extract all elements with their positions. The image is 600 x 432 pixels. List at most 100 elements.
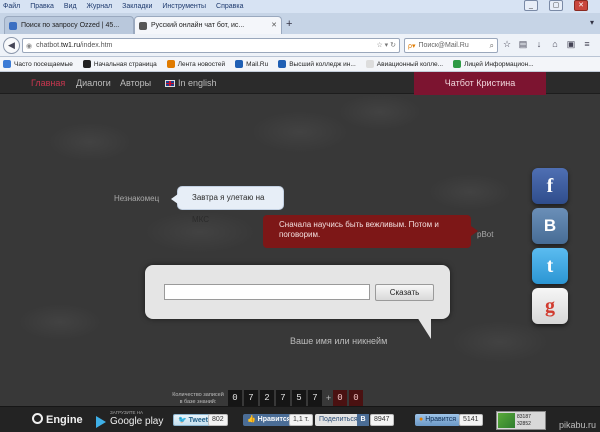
bookmark-lyceum[interactable]: Лицей Информацион... (453, 60, 534, 68)
navigation-bar: ◀ ◉ chatbot. tw1.ru/index.htm ☆ ▾ ↻ ρ▾ По… (0, 34, 600, 57)
menu-icon[interactable]: ≡ (580, 39, 594, 52)
download-icon[interactable]: ↓ (532, 39, 546, 52)
counter-digit: 5 (292, 390, 306, 407)
url-host: chatbot. (36, 42, 62, 49)
bookmark-star-icon[interactable]: ☆ (500, 39, 514, 52)
bookmark-icon (3, 60, 11, 68)
bookmark-mailru[interactable]: Mail.Ru (235, 60, 268, 68)
menu-help[interactable]: Справка (216, 3, 243, 10)
counter-digit: 7 (244, 390, 258, 407)
rss-icon (166, 60, 175, 68)
nickname-input[interactable] (290, 334, 400, 348)
search-bar[interactable]: ρ▾ Поиск@Mail.Ru ⌕ (404, 38, 498, 53)
bookmark-icon (235, 60, 244, 68)
user-name-label: Незнакомец (114, 194, 160, 203)
tab-search[interactable]: Поиск по запросу Ozzed | 45... (4, 16, 134, 34)
menu-edit[interactable]: Правка (30, 3, 54, 10)
facebook-like-button[interactable]: 👍 Нравится (243, 414, 295, 426)
bookmarks-bar: Часто посещаемые Начальная страница Лент… (0, 57, 600, 72)
share-count: 8947 (370, 414, 394, 426)
odnoklassniki-icon: ● (419, 416, 424, 423)
facebook-icon: f (546, 174, 554, 197)
bookmark-home[interactable]: Начальная страница (82, 60, 157, 68)
nav-authors[interactable]: Авторы (120, 78, 151, 88)
facebook-button[interactable]: f (532, 168, 568, 204)
visitor-stats-counter[interactable]: 83187 32852 (496, 411, 546, 430)
menu-history[interactable]: Журнал (87, 3, 113, 10)
nav-english-label: In english (178, 78, 217, 88)
new-tab-button[interactable]: + (286, 18, 292, 30)
vk-icon: B (357, 414, 369, 426)
tab-chatbot[interactable]: Русский онлайн чат бот, ис... ✕ (134, 16, 282, 34)
url-bar[interactable]: ◉ chatbot. tw1.ru/index.htm ☆ ▾ ↻ (22, 38, 400, 53)
gplay-label: Google play (110, 416, 164, 427)
bookmark-icon (82, 60, 91, 68)
like-count: 1,1 т. (289, 414, 314, 426)
gplay-caption: ЗАГРУЗИТЕ НА (110, 410, 144, 415)
menu-tools[interactable]: Инструменты (162, 3, 206, 10)
engine-label: Engine (46, 414, 83, 426)
bookmarks-icon[interactable]: ▤ (516, 39, 530, 52)
bookmark-icon (453, 60, 462, 68)
tweet-button[interactable]: 🐦 Tweet (173, 414, 213, 426)
home-icon[interactable]: ⌂ (548, 39, 562, 52)
play-icon (96, 416, 106, 428)
twitter-button[interactable]: t (532, 248, 568, 284)
bot-name-label: pBot (477, 230, 494, 239)
chatbot-page: Главная Диалоги Авторы In english Чатбот… (0, 72, 600, 432)
chatbot-name-tab[interactable]: Чатбот Кристина (414, 72, 546, 95)
counter-digit: 7 (308, 390, 322, 407)
menu-view[interactable]: Вид (64, 3, 77, 10)
window-controls: _ ▢ ✕ (523, 0, 598, 11)
search-engine-icon[interactable]: ρ▾ (408, 42, 416, 50)
page-icon (9, 21, 17, 30)
close-button[interactable]: ✕ (574, 0, 588, 11)
nav-home[interactable]: Главная (31, 78, 65, 88)
bookmark-frequent[interactable]: Часто посещаемые (3, 60, 73, 68)
site-nav: Главная Диалоги Авторы In english Чатбот… (0, 72, 600, 95)
bookmark-label: Высший колледж ин... (289, 60, 356, 68)
menu-bookmarks[interactable]: Закладки (122, 3, 152, 10)
like-label: Нравится (257, 416, 291, 423)
menu-file[interactable]: Файл (3, 3, 20, 10)
vk-share-button[interactable]: Поделиться (315, 414, 362, 426)
url-path: /index.htm (80, 42, 113, 49)
nav-english[interactable]: In english (165, 78, 217, 88)
stats-chart-icon (498, 413, 515, 428)
bookmark-label: Лента новостей (177, 60, 226, 68)
counter-new-digit: 0 (333, 390, 347, 407)
message-form: Сказать (145, 265, 450, 339)
back-button[interactable]: ◀ (3, 37, 20, 54)
vkontakte-button[interactable]: B (532, 208, 568, 244)
star-icon[interactable]: ☆ ▾ ↻ (376, 41, 396, 49)
bookmark-icon (365, 60, 374, 68)
tweet-label: Tweet (188, 417, 208, 424)
bookmark-aviation[interactable]: Авиационный колле... (365, 60, 444, 68)
tab-label: Русский онлайн чат бот, ис... (151, 22, 245, 29)
search-icon[interactable]: ⌕ (490, 41, 494, 51)
thumbs-up-icon: 👍 (247, 416, 256, 423)
message-input[interactable] (164, 284, 370, 300)
counter-digit: 0 (228, 390, 242, 407)
ok-like-count: 5141 (459, 414, 483, 426)
minimize-button[interactable]: _ (524, 0, 538, 11)
search-placeholder: Поиск@Mail.Ru (418, 42, 469, 49)
odnoklassniki-like-button[interactable]: ● Нравится (415, 414, 461, 426)
bookmark-label: Авиационный колле... (376, 60, 444, 68)
counter-digit: 2 (260, 390, 274, 407)
uk-flag-icon (165, 80, 175, 87)
bookmark-college[interactable]: Высший колледж ин... (278, 60, 356, 68)
send-button[interactable]: Сказать (375, 284, 434, 301)
google-button[interactable]: g (532, 288, 568, 324)
nav-dialogs[interactable]: Диалоги (76, 78, 111, 88)
tab-strip: Поиск по запросу Ozzed | 45... Русский о… (0, 13, 600, 34)
engine-logo[interactable]: Engine (32, 413, 83, 426)
knowledge-base-label: Количество записей в базе знаний: (172, 392, 224, 405)
tab-list-icon[interactable]: ▾ (590, 18, 594, 27)
addon-icon[interactable]: ▣ (564, 39, 578, 52)
maximize-button[interactable]: ▢ (549, 0, 563, 11)
close-tab-icon[interactable]: ✕ (271, 21, 277, 29)
watermark: pikabu.ru (558, 420, 596, 430)
bookmark-news[interactable]: Лента новостей (166, 60, 226, 68)
bot-message-bubble: Сначала научись быть вежливым. Потом и п… (263, 215, 478, 248)
